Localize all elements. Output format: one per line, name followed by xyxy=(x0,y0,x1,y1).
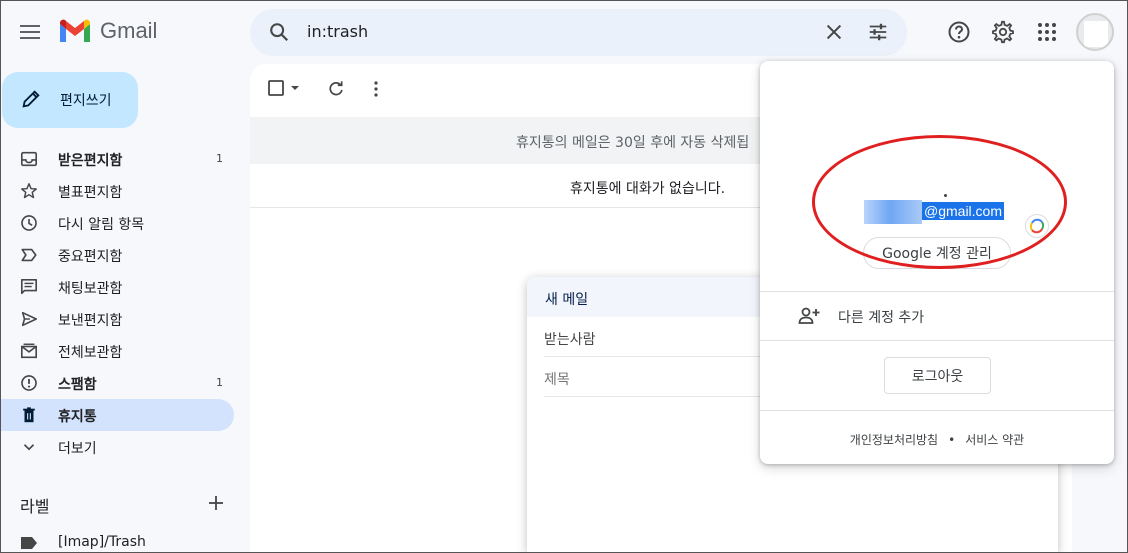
chat-icon xyxy=(20,278,38,295)
google-apps-button[interactable] xyxy=(1033,18,1061,46)
logout-button[interactable]: 로그아웃 xyxy=(884,357,991,394)
sidebar-item-label: 채팅보관함 xyxy=(58,281,123,297)
popup-divider xyxy=(760,340,1114,341)
label-important-icon xyxy=(21,248,37,262)
sidebar-item-label: 별표편지함 xyxy=(58,185,123,201)
select-all-checkbox[interactable] xyxy=(268,80,304,102)
label-item-imap-trash[interactable]: [Imap]/Trash xyxy=(20,534,240,553)
refresh-icon xyxy=(329,81,343,96)
compose-button[interactable]: 편지쓰기 xyxy=(2,72,138,128)
name-redaction-mark xyxy=(944,194,947,197)
clock-icon xyxy=(21,215,37,231)
gmail-m-icon xyxy=(60,19,90,42)
sync-status-icon[interactable] xyxy=(1024,213,1050,239)
sidebar-item-inbox[interactable]: 받은편지함 1 xyxy=(0,143,234,175)
privacy-policy-link[interactable]: 개인정보처리방침 xyxy=(850,431,938,448)
empty-trash-message: 휴지통에 대화가 없습니다. xyxy=(570,181,726,197)
more-vert-icon xyxy=(374,81,378,97)
new-message-title: 새 메일 xyxy=(545,292,589,308)
sidebar-item-more[interactable]: 더보기 xyxy=(0,431,234,463)
sidebar-item-label: 다시 알림 항목 xyxy=(58,217,145,233)
main-menu-button[interactable] xyxy=(14,18,46,46)
sidebar-item-starred[interactable]: 별표편지함 xyxy=(0,175,234,207)
sidebar-item-snoozed[interactable]: 다시 알림 항목 xyxy=(0,207,234,239)
label-tag-icon xyxy=(21,537,37,549)
trash-info-text: 휴지통의 메일은 30일 후에 자동 삭제됩 xyxy=(516,135,750,151)
sidebar-item-label: 보낸편지함 xyxy=(58,313,123,329)
labels-heading: 라벨 xyxy=(20,497,50,516)
checkbox-icon xyxy=(268,80,299,96)
terms-of-service-link[interactable]: 서비스 약관 xyxy=(965,431,1024,448)
popup-divider xyxy=(760,410,1114,411)
refresh-button[interactable] xyxy=(327,80,345,102)
subject-placeholder: 제목 xyxy=(544,372,570,388)
sidebar-item-chats[interactable]: 채팅보관함 xyxy=(0,271,234,303)
chevron-down-icon xyxy=(23,444,35,451)
sidebar-item-label: 스팸함 xyxy=(58,377,97,393)
email-redacted-part xyxy=(864,200,922,224)
sidebar-item-label: 전체보관함 xyxy=(58,345,123,361)
unread-count: 1 xyxy=(216,376,223,389)
gear-icon xyxy=(992,20,1014,44)
add-account-button[interactable]: 다른 계정 추가 xyxy=(760,292,1114,340)
gmail-logo[interactable]: Gmail xyxy=(58,18,157,44)
pencil-icon xyxy=(22,90,40,108)
support-button[interactable] xyxy=(945,18,973,46)
manage-google-account-button[interactable]: Google 계정 관리 xyxy=(863,237,1011,269)
account-avatar[interactable] xyxy=(1076,13,1114,51)
avatar-image xyxy=(1084,21,1108,47)
sidebar-item-important[interactable]: 중요편지함 xyxy=(0,239,234,271)
sidebar-item-label: 중요편지함 xyxy=(58,249,123,265)
apps-grid-icon xyxy=(1038,23,1056,41)
account-popup: @gmail.com Google 계정 관리 다른 계정 추가 로그아웃 개인… xyxy=(760,61,1114,464)
send-icon xyxy=(21,311,38,327)
sidebar-item-label: 받은편지함 xyxy=(58,153,123,169)
gmail-logo-text: Gmail xyxy=(100,18,158,43)
sidebar-nav: 받은편지함 1 별표편지함 다시 알림 항목 중요편지함 채팅보관함 보낸편지함… xyxy=(0,143,240,463)
footer-separator: • xyxy=(948,433,956,447)
spam-icon xyxy=(21,375,37,391)
person-add-icon xyxy=(798,307,820,324)
unread-count: 1 xyxy=(216,152,223,165)
all-mail-icon xyxy=(20,343,38,359)
sidebar-item-spam[interactable]: 스팸함 1 xyxy=(0,367,234,399)
label-item-label: [Imap]/Trash xyxy=(58,534,146,550)
trash-icon xyxy=(23,407,35,423)
email-suffix-text: @gmail.com xyxy=(922,202,1005,220)
hamburger-icon xyxy=(20,25,40,39)
compose-label: 편지쓰기 xyxy=(60,93,112,109)
recipients-label: 받는사람 xyxy=(544,332,596,348)
star-icon xyxy=(21,183,37,199)
search-icon[interactable] xyxy=(268,21,290,43)
search-input[interactable]: in:trash xyxy=(307,22,368,41)
search-options-icon[interactable] xyxy=(867,21,889,43)
clear-search-icon[interactable] xyxy=(823,21,845,43)
help-icon xyxy=(948,21,970,43)
sidebar-item-all-mail[interactable]: 전체보관함 xyxy=(0,335,234,367)
add-account-label: 다른 계정 추가 xyxy=(838,310,925,326)
sidebar-item-sent[interactable]: 보낸편지함 xyxy=(0,303,234,335)
inbox-icon xyxy=(20,151,38,167)
popup-footer: 개인정보처리방침 • 서비스 약관 xyxy=(760,431,1114,448)
search-bar[interactable]: in:trash xyxy=(250,9,907,56)
settings-button[interactable] xyxy=(989,18,1017,46)
add-label-icon[interactable] xyxy=(206,493,226,513)
more-actions-button[interactable] xyxy=(367,80,385,102)
sidebar-item-label: 휴지통 xyxy=(58,409,97,425)
sidebar-item-trash[interactable]: 휴지통 xyxy=(0,399,234,431)
sidebar-item-label: 더보기 xyxy=(58,441,97,457)
